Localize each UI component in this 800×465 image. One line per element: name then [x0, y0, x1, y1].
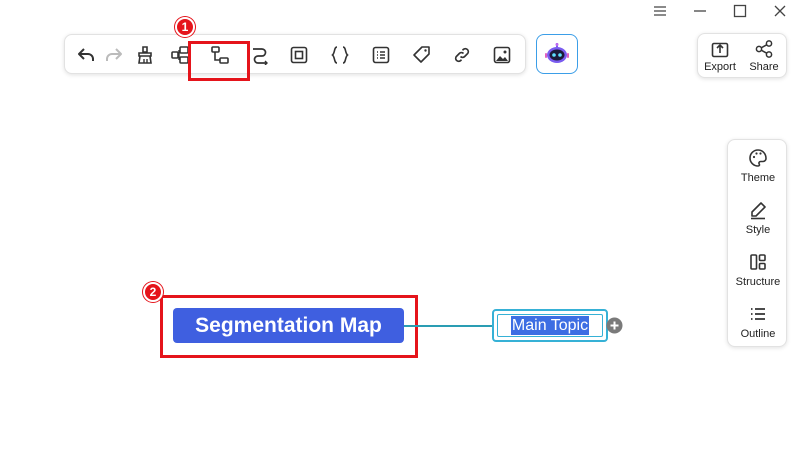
structure-label: Structure — [735, 276, 781, 288]
window-controls — [640, 0, 800, 22]
boundary-button[interactable] — [286, 42, 312, 68]
export-label: Export — [704, 60, 736, 73]
tag-button[interactable] — [409, 42, 435, 68]
undo-button[interactable] — [73, 42, 99, 68]
pen-icon — [751, 202, 766, 220]
central-topic[interactable]: Segmentation Map — [173, 308, 404, 343]
share-button[interactable]: Share — [742, 34, 786, 77]
relationship-button[interactable] — [247, 42, 273, 68]
export-share-panel: Export Share — [697, 33, 787, 78]
main-topic-node[interactable]: Main Topic — [492, 309, 608, 342]
export-icon — [711, 42, 729, 57]
minimize-button[interactable] — [680, 0, 720, 22]
share-icon — [755, 39, 773, 58]
format-painter-button[interactable] — [132, 42, 158, 68]
image-icon — [493, 46, 511, 64]
add-topic-icon[interactable] — [606, 317, 623, 334]
close-button[interactable] — [760, 0, 800, 22]
topic-connector — [404, 325, 494, 327]
hamburger-icon — [654, 6, 666, 16]
summary-button[interactable] — [327, 42, 353, 68]
theme-label: Theme — [740, 172, 776, 184]
undo-icon — [78, 48, 94, 61]
notes-icon — [372, 46, 390, 64]
menu-button[interactable] — [640, 0, 680, 22]
outline-list-icon — [751, 308, 765, 320]
outline-label: Outline — [740, 328, 776, 340]
summary-icon — [331, 46, 349, 64]
close-icon — [774, 5, 786, 17]
style-label: Style — [745, 224, 771, 236]
maximize-icon — [733, 4, 747, 18]
tag-icon — [413, 46, 430, 63]
notes-button[interactable] — [368, 42, 394, 68]
structure-button[interactable]: Structure — [728, 252, 788, 288]
side-panel: Theme Style Structure Outline — [727, 139, 787, 347]
export-button[interactable]: Export — [698, 34, 742, 77]
main-toolbar — [64, 34, 526, 74]
main-topic-text[interactable]: Main Topic — [510, 316, 590, 335]
outline-button[interactable]: Outline — [728, 304, 788, 340]
structure-icon — [750, 254, 766, 270]
relationship-icon — [253, 48, 268, 65]
link-icon — [454, 47, 470, 63]
minimize-icon — [694, 10, 706, 12]
robot-icon — [545, 43, 569, 63]
insert-subtopic-icon — [171, 46, 189, 64]
boundary-icon — [290, 46, 308, 64]
highlight-box-1 — [188, 41, 250, 81]
share-label: Share — [749, 60, 779, 73]
image-button[interactable] — [489, 42, 515, 68]
theme-button[interactable]: Theme — [728, 148, 788, 184]
step-badge-1: 1 — [175, 17, 195, 37]
ai-assistant-button[interactable] — [536, 34, 578, 74]
style-button[interactable]: Style — [728, 200, 788, 236]
format-painter-icon — [138, 46, 152, 64]
step-badge-2: 2 — [143, 282, 163, 302]
palette-icon — [749, 149, 767, 167]
main-topic-editor[interactable]: Main Topic — [497, 314, 603, 337]
maximize-button[interactable] — [720, 0, 760, 22]
link-button[interactable] — [449, 42, 475, 68]
redo-icon — [106, 48, 122, 61]
redo-button[interactable] — [101, 42, 127, 68]
